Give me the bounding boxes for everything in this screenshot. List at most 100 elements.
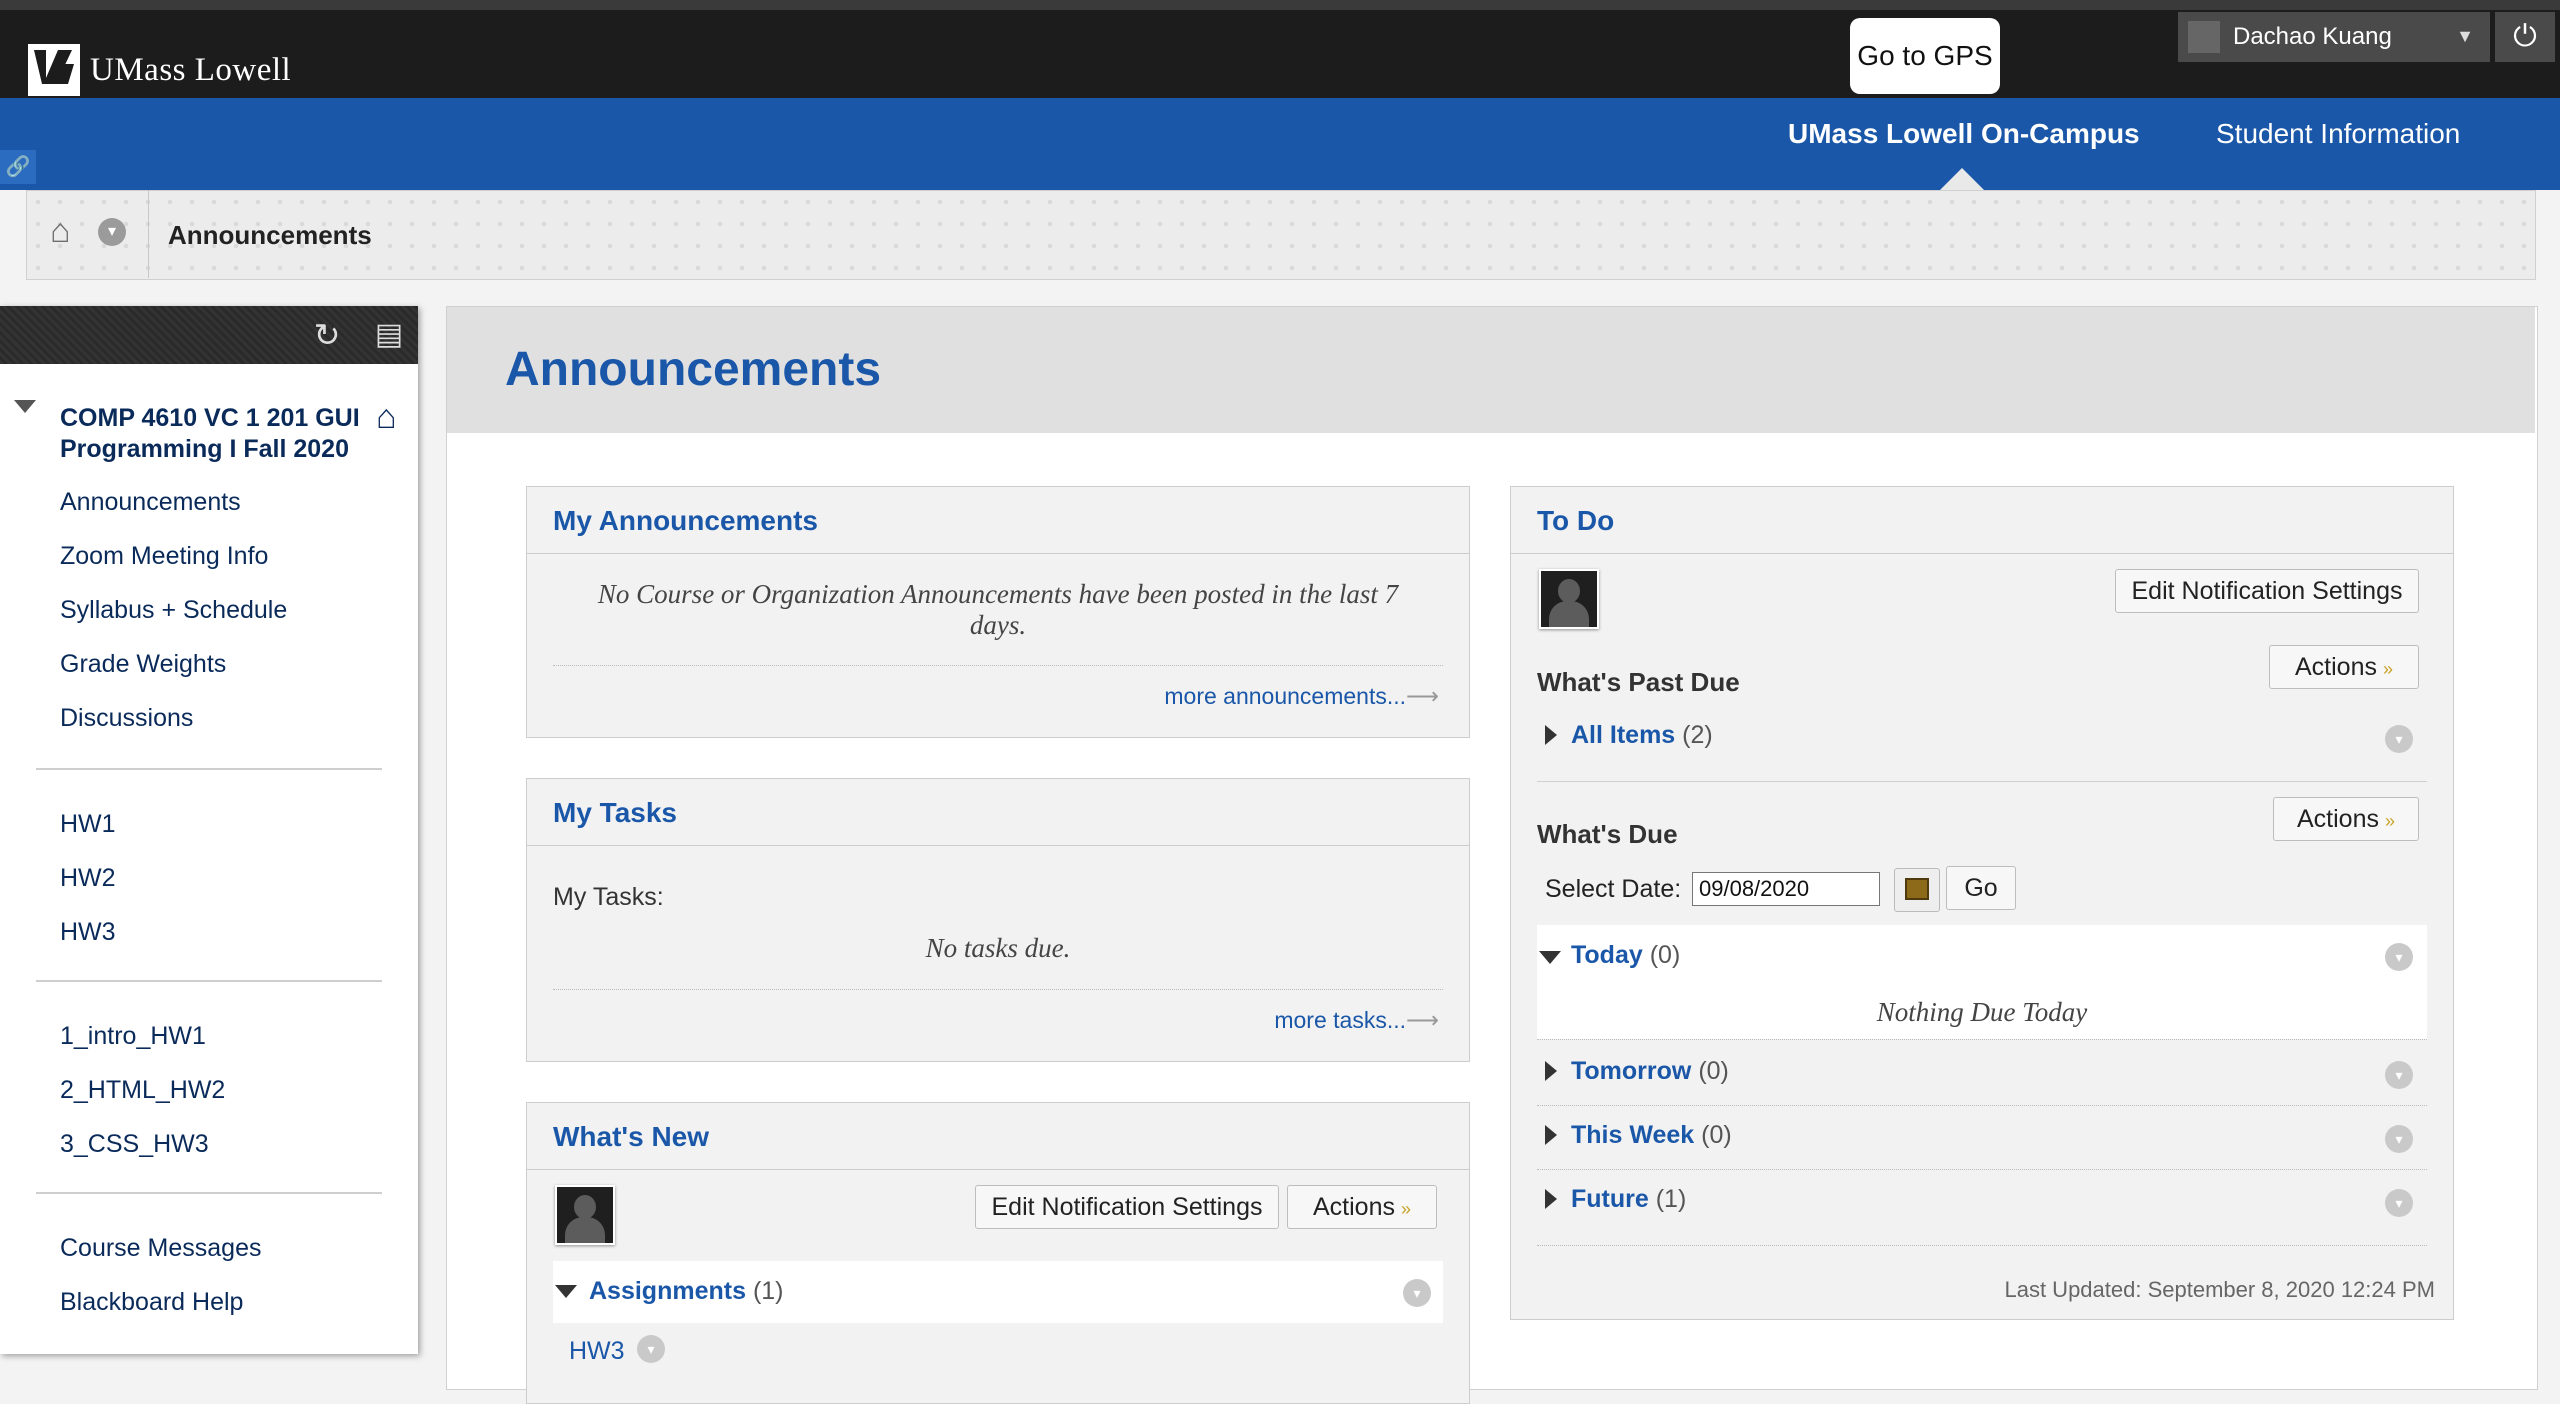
refresh-icon[interactable]: ↻ <box>306 314 348 356</box>
expand-caret-icon[interactable] <box>1545 1061 1557 1081</box>
expand-caret-icon[interactable] <box>1545 1189 1557 1209</box>
menu-item-discussions[interactable]: Discussions <box>60 704 193 733</box>
tomorrow-group[interactable]: Tomorrow (0) <box>1571 1057 1729 1086</box>
all-items-count: (2) <box>1682 721 1713 749</box>
avatar <box>1539 569 1599 629</box>
menu-item-announcements[interactable]: Announcements <box>60 488 241 517</box>
expand-caret-icon[interactable] <box>1539 951 1561 964</box>
link-icon[interactable]: 🔗 <box>0 150 36 184</box>
divider <box>553 989 1443 990</box>
menu-item-2-html-hw2[interactable]: 2_HTML_HW2 <box>60 1076 225 1105</box>
future-count: (1) <box>1655 1185 1687 1213</box>
expand-caret-icon[interactable] <box>555 1285 577 1298</box>
expand-caret-icon[interactable] <box>1545 1125 1557 1145</box>
menu-item-zoom-meeting-info[interactable]: Zoom Meeting Info <box>60 542 268 571</box>
assignments-label: Assignments <box>589 1277 746 1305</box>
chevron-down-icon[interactable]: ▾ <box>2385 1125 2413 1153</box>
expand-caret-icon[interactable] <box>1545 725 1557 745</box>
select-date-label: Select Date: <box>1545 875 1682 903</box>
menu-item-1-intro-hw1[interactable]: 1_intro_HW1 <box>60 1022 206 1051</box>
arrow-right-icon: ⟶ <box>1406 683 1439 709</box>
menu-item-hw2[interactable]: HW2 <box>60 864 116 893</box>
module-header: My Announcements <box>527 487 1469 554</box>
my-tasks-module: My Tasks My Tasks: No tasks due. more ta… <box>526 778 1470 1062</box>
nothing-due-message: Nothing Due Today <box>1876 997 2088 1027</box>
actions-button[interactable]: Actions» <box>1287 1185 1437 1229</box>
user-avatar <box>2188 21 2220 53</box>
chevron-down-icon[interactable]: ▾ <box>2385 725 2413 753</box>
last-updated: Last Updated: September 8, 2020 12:24 PM <box>2004 1277 2435 1302</box>
logo-text[interactable]: UMass Lowell <box>90 52 291 89</box>
menu-item-course-messages[interactable]: Course Messages <box>60 1234 261 1263</box>
course-menu-toolbar <box>0 306 418 364</box>
tomorrow-label: Tomorrow <box>1571 1057 1692 1085</box>
edit-notification-settings-button[interactable]: Edit Notification Settings <box>975 1185 1279 1229</box>
power-icon[interactable]: ⏻ <box>2495 12 2555 62</box>
chevron-down-icon: » <box>1400 1198 1411 1219</box>
all-items-label: All Items <box>1571 721 1676 749</box>
today-label: Today <box>1571 941 1643 969</box>
course-title[interactable]: COMP 4610 VC 1 201 GUI Programming I Fal… <box>60 403 380 465</box>
menu-divider <box>36 768 382 770</box>
nav-bar <box>0 98 2560 190</box>
chevron-down-icon[interactable]: ▾ <box>2385 1061 2413 1089</box>
actions-button[interactable]: Actions» <box>2273 797 2419 841</box>
whats-new-module: What's New Edit Notification Settings Ac… <box>526 1102 1470 1404</box>
future-group[interactable]: Future (1) <box>1571 1185 1686 1214</box>
collapse-caret-icon[interactable] <box>14 400 36 413</box>
menu-item-hw1[interactable]: HW1 <box>60 810 116 839</box>
calendar-icon[interactable] <box>1894 868 1940 912</box>
top-strip <box>0 0 2560 10</box>
all-items-group[interactable]: All Items (2) <box>1571 721 1713 750</box>
tab-student-information[interactable]: Student Information <box>2216 118 2460 150</box>
course-home-icon[interactable]: ⌂ <box>376 398 397 437</box>
assignments-group[interactable]: Assignments (1) <box>589 1277 784 1306</box>
assignments-count: (1) <box>752 1277 784 1305</box>
menu-item-syllabus-schedule[interactable]: Syllabus + Schedule <box>60 596 287 625</box>
whats-new-item-hw3[interactable]: HW3 <box>569 1337 625 1366</box>
menu-item-blackboard-help[interactable]: Blackboard Help <box>60 1288 243 1317</box>
menu-item-hw3[interactable]: HW3 <box>60 918 116 947</box>
future-label: Future <box>1571 1185 1649 1213</box>
avatar <box>555 1185 615 1245</box>
actions-button[interactable]: Actions» <box>2269 645 2419 689</box>
go-button[interactable]: Go <box>1946 866 2016 910</box>
menu-item-3-css-hw3[interactable]: 3_CSS_HW3 <box>60 1130 209 1159</box>
top-bar <box>0 0 2560 98</box>
module-title[interactable]: To Do <box>1537 505 1614 537</box>
more-tasks-link[interactable]: more tasks...⟶ <box>1274 1007 1439 1034</box>
chevron-down-icon[interactable]: ▾ <box>2385 943 2413 971</box>
edit-notification-settings-button[interactable]: Edit Notification Settings <box>2115 569 2419 613</box>
divider <box>1537 1169 2427 1170</box>
go-to-gps-button[interactable]: Go to GPS <box>1850 18 2000 94</box>
chevron-down-icon[interactable]: ▾ <box>637 1335 665 1363</box>
date-input[interactable] <box>1692 872 1880 906</box>
this-week-label: This Week <box>1571 1121 1695 1149</box>
breadcrumb <box>26 190 2536 280</box>
menu-item-grade-weights[interactable]: Grade Weights <box>60 650 226 679</box>
home-icon[interactable]: ⌂ <box>50 212 71 251</box>
umass-logo-icon[interactable] <box>28 44 80 96</box>
chevron-down-icon[interactable]: ▾ <box>2385 1189 2413 1217</box>
chevron-down-icon[interactable]: ▾ <box>1403 1279 1431 1307</box>
module-title[interactable]: What's New <box>553 1121 709 1153</box>
actions-label: Actions <box>2297 804 2379 833</box>
today-group[interactable]: Today (0) <box>1571 941 1680 970</box>
empty-announcements-message: No Course or Organization Announcements … <box>597 579 1399 640</box>
this-week-group[interactable]: This Week (0) <box>1571 1121 1732 1150</box>
tab-umass-lowell-on-campus[interactable]: UMass Lowell On-Campus <box>1788 118 2140 150</box>
my-announcements-module: My Announcements No Course or Organizati… <box>526 486 1470 738</box>
folder-view-icon[interactable]: ▤ <box>368 314 410 356</box>
more-tasks-label: more tasks... <box>1274 1007 1407 1033</box>
active-tab-pointer <box>1940 168 1984 190</box>
chevron-down-icon[interactable]: ▾ <box>98 218 126 246</box>
more-announcements-label: more announcements... <box>1164 683 1407 709</box>
more-announcements-link[interactable]: more announcements...⟶ <box>1164 683 1439 710</box>
module-title[interactable]: My Announcements <box>553 505 818 537</box>
my-tasks-label: My Tasks: <box>553 883 664 911</box>
divider <box>1537 781 2427 782</box>
menu-divider <box>36 980 382 982</box>
module-title[interactable]: My Tasks <box>553 797 677 829</box>
user-menu[interactable]: Dachao Kuang ▼ <box>2178 12 2490 62</box>
divider <box>1537 1105 2427 1106</box>
